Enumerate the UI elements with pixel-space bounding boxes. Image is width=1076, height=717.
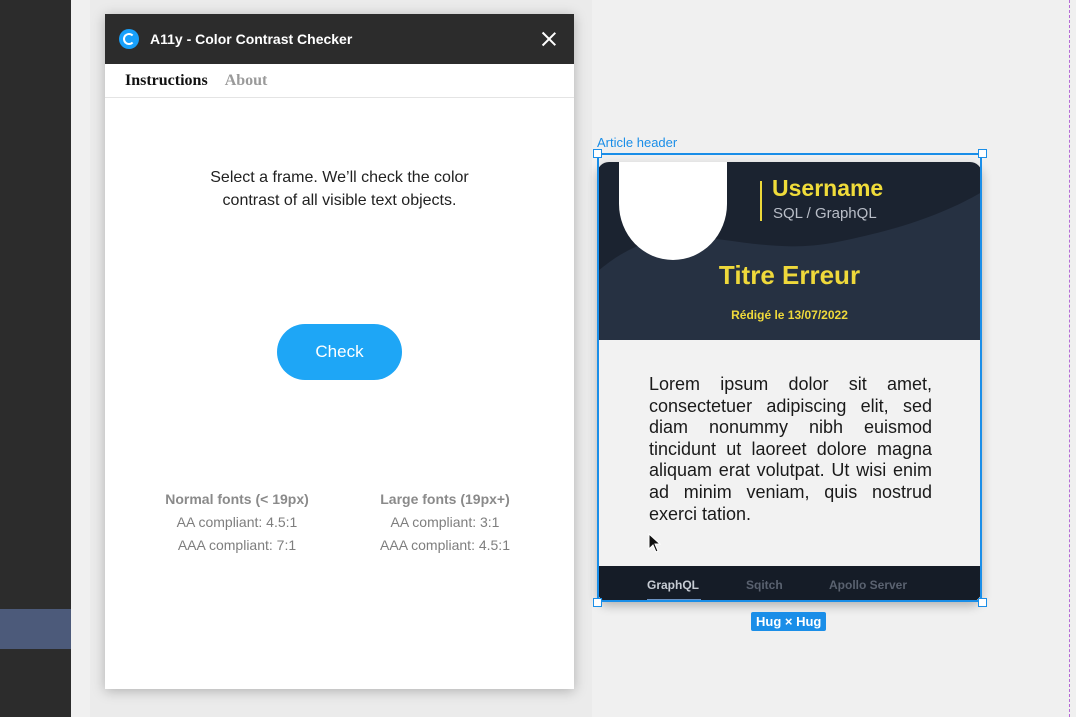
resize-handle[interactable] <box>593 149 602 158</box>
plugin-tabs: Instructions About <box>105 64 574 98</box>
mouse-pointer-icon <box>648 533 662 553</box>
tag-sqitch[interactable]: Sqitch <box>746 578 783 592</box>
resize-handle[interactable] <box>978 598 987 607</box>
legend-aaa: AAA compliant: 4.5:1 <box>380 537 510 553</box>
tag-graphql[interactable]: GraphQL <box>647 578 699 592</box>
legend-aaa: AAA compliant: 7:1 <box>177 537 297 553</box>
tab-about[interactable]: About <box>225 72 268 90</box>
tag-apollo-server[interactable]: Apollo Server <box>829 578 907 592</box>
resize-handle[interactable] <box>978 149 987 158</box>
card-footer-tabs: GraphQL Sqitch Apollo Server <box>597 566 982 602</box>
close-icon[interactable] <box>540 30 558 48</box>
resize-handle[interactable] <box>593 598 602 607</box>
card-header: Username SQL / GraphQL Titre Erreur Rédi… <box>597 162 982 340</box>
instructions-line: contrast of all visible text objects. <box>222 192 457 209</box>
user-role: SQL / GraphQL <box>773 205 877 222</box>
check-button[interactable]: Check <box>277 324 402 380</box>
plugin-titlebar[interactable]: A11y - Color Contrast Checker <box>105 14 574 64</box>
username-divider <box>760 181 762 221</box>
article-date: Rédigé le 13/07/2022 <box>731 308 848 322</box>
active-tag-underline <box>647 599 701 601</box>
tab-instructions[interactable]: Instructions <box>125 72 208 90</box>
article-title: Titre Erreur <box>718 260 861 290</box>
instructions-text: Select a frame. We’ll check the color co… <box>105 166 574 212</box>
legend-aa: AA compliant: 4.5:1 <box>176 514 298 530</box>
layout-guide-line <box>1069 0 1070 717</box>
instructions-line: Select a frame. We’ll check the color <box>210 169 469 186</box>
plugin-title: A11y - Color Contrast Checker <box>150 31 353 47</box>
legend-large-fonts: Large fonts (19px+) AA compliant: 3:1 AA… <box>340 488 550 557</box>
frame-name-label[interactable]: Article header <box>597 135 677 150</box>
plugin-window: A11y - Color Contrast Checker Instructio… <box>105 14 574 689</box>
size-badge: Hug × Hug <box>751 612 827 631</box>
sidebar-selected-row[interactable] <box>0 609 71 649</box>
plugin-logo-icon <box>119 29 139 49</box>
legend-normal-fonts: Normal fonts (< 19px) AA compliant: 4.5:… <box>132 488 342 557</box>
legend-aa: AA compliant: 3:1 <box>390 514 500 530</box>
article-body: Lorem ipsum dolor sit amet, consectetuer… <box>649 374 932 524</box>
username: Username <box>772 175 884 201</box>
legend-heading: Normal fonts (< 19px) <box>165 491 309 507</box>
legend-heading: Large fonts (19px+) <box>380 491 510 507</box>
